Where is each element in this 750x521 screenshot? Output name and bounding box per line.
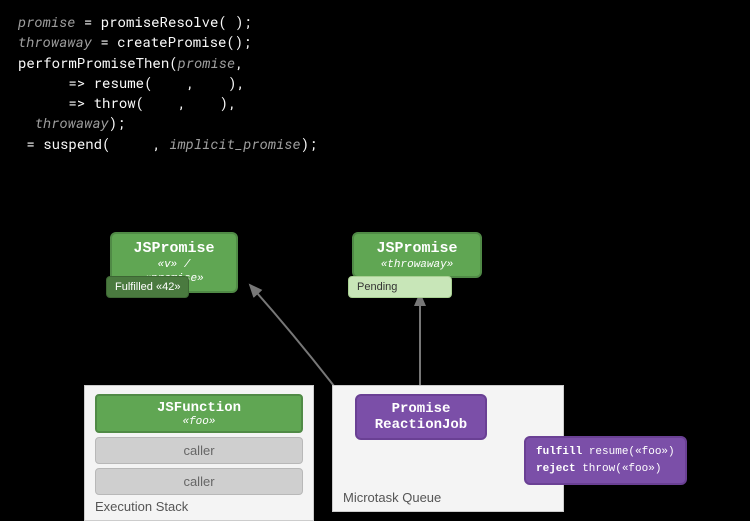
- microtask-queue-label: Microtask Queue: [343, 490, 441, 505]
- code-rest: ();: [226, 32, 251, 51]
- detail-fulfill: fulfill resume(«foo»): [536, 444, 675, 461]
- code-var: throwaway: [18, 32, 92, 51]
- code-arg: promise: [178, 53, 236, 72]
- code-assign: =: [92, 32, 117, 51]
- stack-top-title: JSFunction: [101, 401, 297, 416]
- code-fn: suspend: [43, 134, 102, 153]
- code-arrow: =>: [68, 93, 93, 112]
- promise-object-2: JSPromise «throwaway»: [352, 232, 482, 278]
- promise-title: JSPromise: [368, 240, 466, 258]
- code-arg: implicit_promise: [169, 134, 300, 153]
- execution-stack-label: Execution Stack: [95, 499, 303, 514]
- code-fn: createPromise: [117, 32, 226, 51]
- code-eq: =: [18, 134, 43, 153]
- code-rest: ( , ),: [144, 73, 245, 92]
- code-arrow: =>: [68, 73, 93, 92]
- code-indent: [18, 93, 68, 112]
- job-line1: Promise: [367, 401, 475, 417]
- execution-stack: JSFunction «foo» caller caller Execution…: [84, 385, 314, 521]
- code-close: ,: [235, 53, 243, 72]
- promise-state-fulfilled: Fulfilled «42»: [106, 276, 189, 298]
- code-var: promise: [18, 12, 76, 31]
- stack-top-sub: «foo»: [101, 416, 297, 428]
- code-rest: ( );: [218, 12, 252, 31]
- promise-state-pending: Pending: [348, 276, 452, 298]
- stack-frame: caller: [95, 468, 303, 495]
- job-line2: ReactionJob: [367, 417, 475, 433]
- code-fn: performPromiseThen: [18, 53, 169, 72]
- code-fn: promiseResolve: [101, 12, 219, 31]
- code-indent: [18, 73, 68, 92]
- detail-reject-fn: throw(«foo»): [576, 463, 662, 475]
- diagram-area: JSPromise «v» / «promise» Fulfilled «42»…: [0, 220, 750, 516]
- code-open: ( ,: [102, 134, 169, 153]
- stack-frame: caller: [95, 437, 303, 464]
- code-var: throwaway: [35, 113, 109, 132]
- code-fn: resume: [94, 73, 144, 92]
- code-indent: [18, 113, 35, 132]
- promise-subtitle: «throwaway»: [368, 258, 466, 272]
- reaction-detail: fulfill resume(«foo») reject throw(«foo»…: [524, 436, 687, 485]
- promise-reaction-job: Promise ReactionJob: [355, 394, 487, 440]
- detail-reject: reject throw(«foo»): [536, 461, 675, 478]
- code-block: promise = promiseResolve( ); throwaway =…: [0, 0, 750, 162]
- code-open: (: [169, 53, 177, 72]
- detail-fulfill-fn: resume(«foo»): [582, 446, 674, 458]
- promise-title: JSPromise: [126, 240, 222, 258]
- code-rest: ( , ),: [136, 93, 237, 112]
- stack-frame-top: JSFunction «foo»: [95, 394, 303, 433]
- code-assign: =: [76, 12, 101, 31]
- detail-reject-label: reject: [536, 463, 576, 475]
- code-rest: );: [109, 113, 126, 132]
- code-rest: );: [301, 134, 318, 153]
- detail-fulfill-label: fulfill: [536, 446, 582, 458]
- code-fn: throw: [94, 93, 136, 112]
